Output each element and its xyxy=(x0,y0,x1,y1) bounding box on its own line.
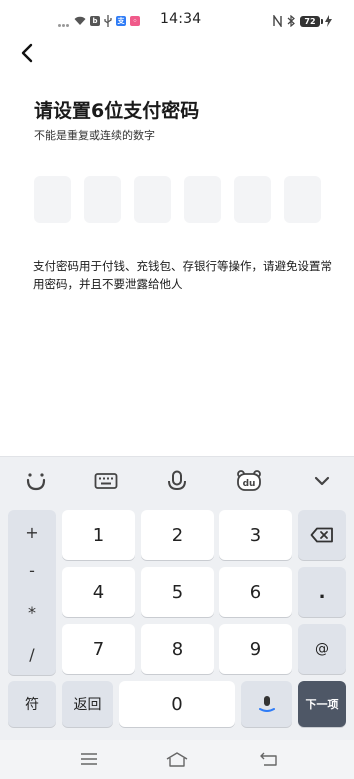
key-0[interactable]: 0 xyxy=(119,681,235,727)
menu-icon xyxy=(81,753,97,765)
microphone-icon[interactable] xyxy=(163,467,191,495)
back-button[interactable] xyxy=(14,40,40,66)
pin-box[interactable] xyxy=(84,176,121,223)
password-usage-description: 支付密码用于付钱、充钱包、存银行等操作，请避免设置常用密码，并且不要泄露给他人 xyxy=(33,259,332,291)
status-icons-right: 72 xyxy=(273,13,332,29)
menu-nav-button[interactable] xyxy=(76,747,102,771)
nfc-icon xyxy=(273,15,282,27)
svg-text:du: du xyxy=(243,479,256,489)
home-nav-button[interactable] xyxy=(164,747,190,771)
key-4[interactable]: 4 xyxy=(62,567,135,617)
divide-key[interactable]: / xyxy=(8,634,56,674)
app-notification-icon: b xyxy=(90,16,100,26)
emoji-icon[interactable] xyxy=(22,467,50,495)
signal-dots-icon xyxy=(58,12,70,31)
chevron-down-icon[interactable] xyxy=(308,467,336,495)
keyboard-toolbar: du xyxy=(0,457,354,505)
alipay-notification-icon: 支 xyxy=(116,16,126,26)
backspace-key[interactable] xyxy=(298,510,346,560)
charging-icon xyxy=(325,15,332,27)
dot-key[interactable]: . xyxy=(298,567,346,617)
at-key[interactable]: @ xyxy=(298,624,346,674)
pin-box[interactable] xyxy=(34,176,71,223)
wifi-icon xyxy=(74,16,86,25)
key-9[interactable]: 9 xyxy=(219,624,292,674)
home-icon xyxy=(166,752,188,767)
usb-icon xyxy=(104,15,112,27)
key-6[interactable]: 6 xyxy=(219,567,292,617)
multiply-key[interactable]: * xyxy=(8,592,56,632)
status-icons-left: b 支 ◦ xyxy=(58,14,140,28)
pin-box[interactable] xyxy=(234,176,271,223)
symbol-key[interactable]: 符 xyxy=(8,681,56,727)
key-3[interactable]: 3 xyxy=(219,510,292,560)
back-nav-button[interactable] xyxy=(256,747,282,771)
status-bar: b 支 ◦ 14:34 72 xyxy=(0,0,354,40)
back-key[interactable]: 返回 xyxy=(62,681,113,727)
page-subtitle: 不能是重复或连续的数字 xyxy=(34,129,155,142)
voice-input-key[interactable] xyxy=(241,681,292,727)
plus-key[interactable]: + xyxy=(8,512,56,552)
battery-icon: 72 xyxy=(300,15,323,27)
bluetooth-icon xyxy=(287,15,295,27)
key-5[interactable]: 5 xyxy=(141,567,214,617)
minus-key[interactable]: - xyxy=(8,550,56,590)
next-key[interactable]: 下一项 xyxy=(298,681,346,727)
navigation-bar xyxy=(0,740,354,779)
page-title: 请设置6位支付密码 xyxy=(34,100,200,122)
pin-input[interactable] xyxy=(34,176,321,223)
du-bear-icon[interactable]: du xyxy=(235,467,263,495)
return-icon xyxy=(260,752,277,766)
keyboard-icon[interactable] xyxy=(92,467,120,495)
key-2[interactable]: 2 xyxy=(141,510,214,560)
key-8[interactable]: 8 xyxy=(141,624,214,674)
symbol-column: + - * / xyxy=(8,510,56,675)
pin-box[interactable] xyxy=(284,176,321,223)
microphone-icon xyxy=(258,696,275,712)
key-1[interactable]: 1 xyxy=(62,510,135,560)
back-arrow-icon xyxy=(21,43,33,63)
backspace-icon xyxy=(310,527,333,543)
pin-box[interactable] xyxy=(184,176,221,223)
pin-box[interactable] xyxy=(134,176,171,223)
key-7[interactable]: 7 xyxy=(62,624,135,674)
app-badge-icon: ◦ xyxy=(130,16,140,26)
status-time: 14:34 xyxy=(160,11,202,27)
